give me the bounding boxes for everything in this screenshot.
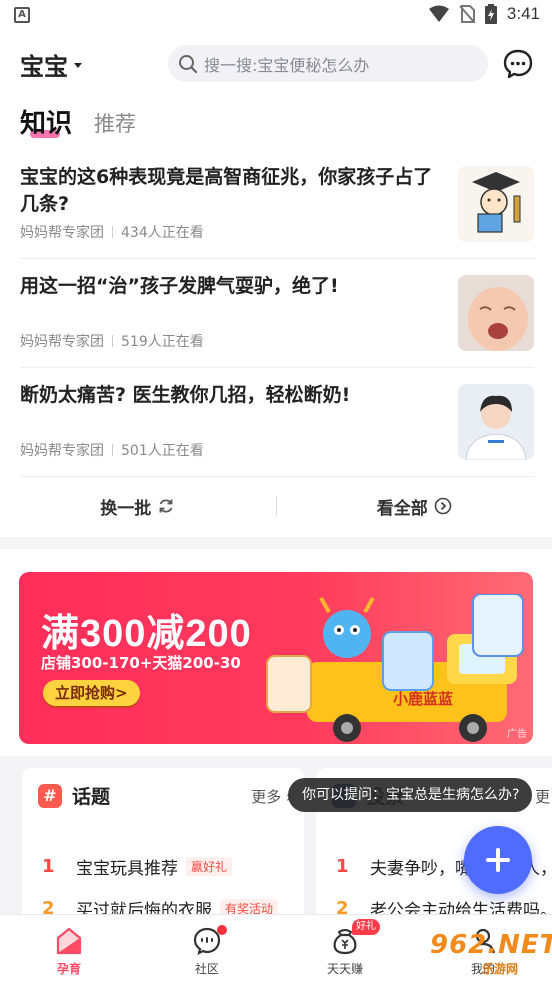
article-viewers: 519人正在看 [121,334,204,350]
topics-card-title: 话题 [72,786,111,808]
banner-subtitle: 店铺300-170+天猫200-30 [41,654,241,672]
banner-brand: 小鹿蓝蓝 [393,690,453,708]
nav-item-community[interactable]: 社区 [138,915,276,981]
hashtag-icon: # [38,783,62,808]
search-placeholder: 搜一搜:宝宝便秘怎么办 [204,55,370,75]
article-viewers: 501人正在看 [121,443,204,459]
article-item[interactable]: 断奶太痛苦? 医生教你几招，轻松断奶! 妈妈帮专家团 501人正在看 [20,368,534,477]
nav-label: 孕育 [56,962,81,976]
tab-knowledge[interactable]: 知识 [20,103,72,140]
meta-separator [112,335,113,347]
search-icon [179,54,198,73]
nav-label: 天天赚 [326,962,363,976]
arrow-right-circle-icon [434,497,452,515]
refresh-button[interactable]: 换一批 [0,494,276,519]
notification-icon: A [14,7,30,23]
topics-card-header: # 话题 [38,782,110,809]
nav-item-home[interactable]: 孕育 [0,915,138,981]
ask-question-fab[interactable] [464,826,532,894]
caret-down-icon [74,63,82,68]
rank-number: 1 [42,856,55,877]
topics-more-link[interactable]: 更多 › [251,786,292,807]
site-watermark: 962.NET 乐游网 [412,928,552,976]
tab-recommend[interactable]: 推荐 [94,108,136,140]
ask-tooltip[interactable]: 你可以提问：宝宝总是生病怎么办? [288,778,532,812]
article-viewers: 434人正在看 [121,225,204,241]
article-author: 妈妈帮专家团 [20,334,104,350]
nav-label: 社区 [194,962,219,976]
nav-item-earn[interactable]: 好礼 天天赚 [276,915,414,981]
baby-selector-label: 宝宝 [20,53,68,81]
list-item[interactable]: 1 宝宝玩具推荐 赢好礼 [42,854,233,879]
banner-headline: 满300减200 [41,613,252,655]
promo-banner[interactable]: 满300减200 店铺300-170+天猫200-30 立即抢购> 小鹿蓝蓝 广… [19,572,533,744]
topics-card[interactable]: # 话题 更多 › 1 宝宝玩具推荐 赢好礼 2 买过就后悔的衣服 有奖活动 [22,768,304,928]
status-icons: 3:41 [428,4,540,24]
section-gap [0,537,552,549]
message-icon[interactable] [502,48,534,80]
article-title: 宝宝的这6种表现竟是高智商征兆，你家孩子占了几条? [20,166,433,215]
article-list: 宝宝的这6种表现竟是高智商征兆，你家孩子占了几条? 妈妈帮专家团 434人正在看… [20,150,534,477]
article-item[interactable]: 用这一招“治”孩子发脾气耍驴，绝了! 妈妈帮专家团 519人正在看 [20,259,534,368]
meta-separator [112,226,113,238]
vote-more-link[interactable]: 更 [535,786,550,807]
topics-more-label: 更多 [251,788,282,806]
status-bar: A 3:41 [0,0,552,30]
article-meta: 妈妈帮专家团 434人正在看 [20,222,204,242]
battery-icon [484,4,497,24]
banner-buy-button[interactable]: 立即抢购> [43,680,140,706]
crying-baby-thumbnail [458,275,534,351]
article-title: 断奶太痛苦? 医生教你几招，轻松断奶! [20,384,351,406]
search-bar[interactable]: 搜一搜:宝宝便秘怎么办 [168,45,488,82]
refresh-label: 换一批 [100,498,152,519]
article-meta: 妈妈帮专家团 519人正在看 [20,331,204,351]
article-actions: 换一批 看全部 [0,480,552,532]
toy-truck-illustration: 小鹿蓝蓝 [266,594,524,742]
home-icon [56,927,82,955]
article-author: 妈妈帮专家团 [20,443,104,459]
watermark-text: 962.NET [430,930,552,960]
doctor-thumbnail [458,384,534,460]
ad-tag: 广告 [507,729,527,740]
watermark-subtext: 乐游网 [482,962,519,976]
graduate-cartoon-thumbnail [458,166,534,242]
notification-dot [217,925,227,935]
refresh-icon [159,499,173,513]
topic-tag: 赢好礼 [186,857,233,876]
no-sim-icon [459,5,475,23]
rank-number: 1 [336,856,349,877]
view-all-label: 看全部 [376,498,428,519]
baby-selector[interactable]: 宝宝 [20,47,82,82]
meta-separator [112,444,113,456]
gift-badge: 好礼 [352,919,380,935]
view-all-button[interactable]: 看全部 [277,494,552,519]
topic-text: 宝宝玩具推荐 [76,859,178,879]
wifi-icon [428,5,449,22]
tab-knowledge-label: 知识 [20,109,73,139]
clock: 3:41 [506,4,540,23]
article-item[interactable]: 宝宝的这6种表现竟是高智商征兆，你家孩子占了几条? 妈妈帮专家团 434人正在看 [20,150,534,259]
article-meta: 妈妈帮专家团 501人正在看 [20,440,204,460]
article-title: 用这一招“治”孩子发脾气耍驴，绝了! [20,275,339,297]
content-tabs: 知识 推荐 [20,100,136,140]
article-author: 妈妈帮专家团 [20,225,104,241]
top-header: 宝宝 搜一搜:宝宝便秘怎么办 [0,42,552,86]
